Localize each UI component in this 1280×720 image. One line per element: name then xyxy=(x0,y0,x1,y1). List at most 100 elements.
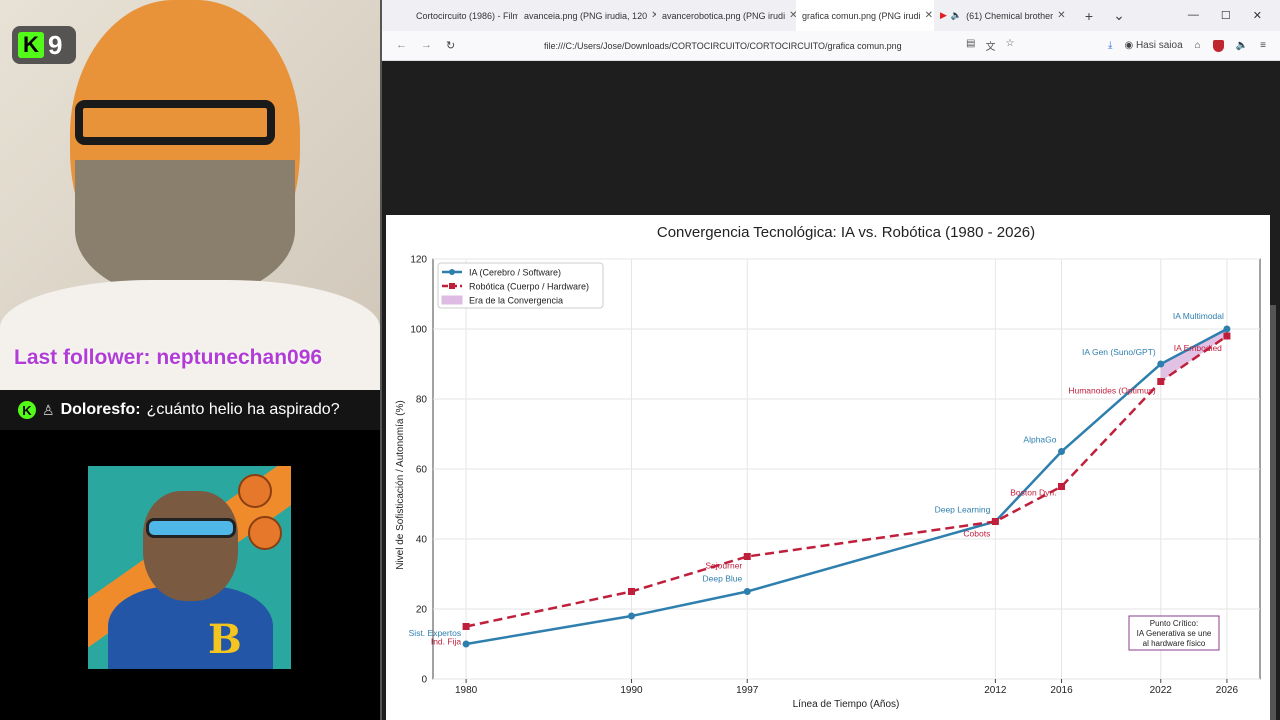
window-controls: — ☐ ✕ xyxy=(1188,9,1280,22)
data-annotation: Humanoides (Optimus) xyxy=(1068,386,1156,396)
chart-legend: IA (Cerebro / Software) Robótica (Cuerpo … xyxy=(437,262,604,309)
data-annotation: Ind. Fija xyxy=(431,637,462,647)
extensions-icon[interactable]: ⌂ xyxy=(1195,40,1201,51)
bookmark-star-icon[interactable]: ☆ xyxy=(1005,38,1014,53)
tab-grafica-comun[interactable]: grafica comun.png (PNG irudi ✕ xyxy=(796,0,934,31)
data-annotation: IA Embodied xyxy=(1174,343,1222,353)
toolbar-right: ⤓ ◉ Hasi saioa ⌂ 🔈 ≡ xyxy=(1108,39,1266,52)
user-icon: ♙ xyxy=(42,401,55,418)
robotica-data-point xyxy=(627,588,635,595)
legend-swatch xyxy=(441,295,463,305)
speaker-icon[interactable]: 🔈 xyxy=(951,10,962,21)
chart-title: Convergencia Tecnológica: IA vs. Robótic… xyxy=(657,224,1035,241)
x-tick-label: 2012 xyxy=(984,685,1007,696)
ia-data-point xyxy=(743,588,751,595)
y-tick-label: 60 xyxy=(416,465,428,476)
robotica-data-point xyxy=(991,518,999,525)
youtube-icon: ▶ xyxy=(940,10,947,20)
series-lines xyxy=(462,325,1231,648)
account-icon: ◉ xyxy=(1124,40,1134,51)
y-tick-label: 20 xyxy=(416,605,428,616)
chat-message: ¿cuánto helio ha aspirado? xyxy=(146,401,340,418)
close-icon[interactable]: ✕ xyxy=(789,10,796,21)
close-window-button[interactable]: ✕ xyxy=(1253,9,1262,22)
tab-avancerobotica[interactable]: avancerobotica.png (PNG irudi ✕ xyxy=(656,0,796,31)
stream-overlay: K 9 Last follower: neptunechan096 K ♙ Do… xyxy=(0,0,380,720)
menu-icon[interactable]: ≡ xyxy=(1260,40,1266,51)
data-annotation: Sojourner xyxy=(705,561,742,571)
x-tick-label: 2026 xyxy=(1216,685,1239,696)
y-axis-label: Nivel de Sofisticación / Autonomía (%) xyxy=(395,400,406,570)
robotica-data-point xyxy=(1223,332,1231,340)
address-bar[interactable]: file:///C:/Users/Jose/Downloads/CORTOCIR… xyxy=(544,41,902,51)
chat-username: Doloresfo: xyxy=(60,401,141,418)
translate-icon[interactable]: 文 xyxy=(985,38,995,53)
chart-svg: Convergencia Tecnológica: IA vs. Robótic… xyxy=(395,224,1261,710)
axis-ticks: 0 20 40 60 80 100 120 1980 1990 1997 2012 2016 2022 2… xyxy=(410,255,1238,697)
mascot-sunglasses xyxy=(146,518,236,538)
navigation-bar: ← → ↻ file:///C:/Users/Jose/Downloads/CO… xyxy=(382,31,1280,61)
data-annotation: Deep Blue xyxy=(703,574,743,584)
x-tick-label: 2022 xyxy=(1150,685,1173,696)
chart-image: Convergencia Tecnológica: IA vs. Robótic… xyxy=(386,215,1270,720)
y-tick-label: 80 xyxy=(416,395,428,406)
tab-youtube[interactable]: ▶ 🔈 (61) Chemical brother ✕ xyxy=(934,0,1074,31)
annotations: Sist. ExpertosDeep BlueDeep LearningAlph… xyxy=(409,311,1224,647)
data-annotation: AlphaGo xyxy=(1023,435,1056,445)
mascot-face xyxy=(143,491,238,601)
tab-label: avancerobotica.png (PNG irudi xyxy=(662,10,786,21)
legend-label: Robótica (Cuerpo / Hardware) xyxy=(469,282,589,292)
download-icon[interactable]: ⤓ xyxy=(1108,40,1112,51)
robotica-series-line xyxy=(465,334,1228,628)
tab-avanceia[interactable]: avanceia.png (PNG irudia, 120 ✕ xyxy=(518,0,656,31)
x-tick-label: 1997 xyxy=(736,685,759,696)
callout-box: Punto Crítico:IA Generativa se uneal har… xyxy=(1128,615,1220,651)
tab-label: avanceia.png (PNG irudia, 120 xyxy=(524,10,648,21)
puppet-beard xyxy=(75,160,295,300)
legend-label: IA (Cerebro / Software) xyxy=(469,268,561,278)
ia-data-point xyxy=(1223,325,1231,333)
legend-marker xyxy=(449,269,455,275)
y-tick-label: 0 xyxy=(421,675,427,686)
address-bar-icons: ▤ 文 ☆ xyxy=(966,38,1014,53)
ublock-shield-icon[interactable] xyxy=(1212,39,1224,52)
data-annotation: IA Multimodal xyxy=(1173,311,1224,321)
ia-data-point xyxy=(462,640,470,648)
nav-buttons: ← → ↻ xyxy=(382,39,455,52)
close-icon[interactable]: ✕ xyxy=(1057,10,1065,21)
data-annotation: Deep Learning xyxy=(935,505,991,515)
data-annotation: Boston Dyn. xyxy=(1010,488,1056,498)
reload-icon[interactable]: ↻ xyxy=(446,39,455,52)
x-tick-label: 2016 xyxy=(1050,685,1073,696)
volume-icon[interactable]: 🔈 xyxy=(1236,40,1248,51)
x-tick-label: 1990 xyxy=(620,685,643,696)
account-label: Hasi saioa xyxy=(1135,40,1183,51)
forward-arrow-icon[interactable]: → xyxy=(421,39,432,52)
ia-data-point xyxy=(1058,448,1066,455)
account-button[interactable]: ◉ Hasi saioa xyxy=(1124,40,1182,51)
data-annotation: IA Gen (Suno/GPT) xyxy=(1082,347,1156,357)
tab-label: (61) Chemical brother xyxy=(966,10,1054,21)
minimize-button[interactable]: — xyxy=(1188,9,1199,22)
data-annotation: Cobots xyxy=(963,529,990,539)
close-icon[interactable]: ✕ xyxy=(925,10,933,21)
callout-text: al hardware físico xyxy=(1143,639,1206,648)
reader-view-icon[interactable]: ▤ xyxy=(966,38,975,53)
x-axis-label: Línea de Tiempo (Años) xyxy=(793,699,900,710)
legend-marker xyxy=(449,283,455,289)
callout-text: IA Generativa se une xyxy=(1137,629,1212,638)
legend-label: Era de la Convergencia xyxy=(469,296,563,306)
chat-message-row: K ♙ Doloresfo: ¿cuánto helio ha aspirado… xyxy=(0,390,380,430)
new-tab-button[interactable]: + xyxy=(1074,8,1104,24)
callout-text: Punto Crítico: xyxy=(1150,619,1198,628)
back-arrow-icon[interactable]: ← xyxy=(396,39,407,52)
kick-chat-icon: K xyxy=(18,401,36,419)
scrollbar[interactable] xyxy=(1270,305,1276,720)
robotica-data-point xyxy=(462,623,470,630)
maximize-button[interactable]: ☐ xyxy=(1221,9,1231,22)
tab-bar: Cortocircuito (1986) - Film✕ avanceia.pn… xyxy=(382,0,1280,31)
y-tick-label: 100 xyxy=(410,325,427,336)
tab-cortocircuito[interactable]: Cortocircuito (1986) - Film✕ xyxy=(382,0,518,31)
kick-logo-icon: K xyxy=(18,32,44,58)
tab-list-chevron-icon[interactable]: ⌄ xyxy=(1104,7,1134,24)
